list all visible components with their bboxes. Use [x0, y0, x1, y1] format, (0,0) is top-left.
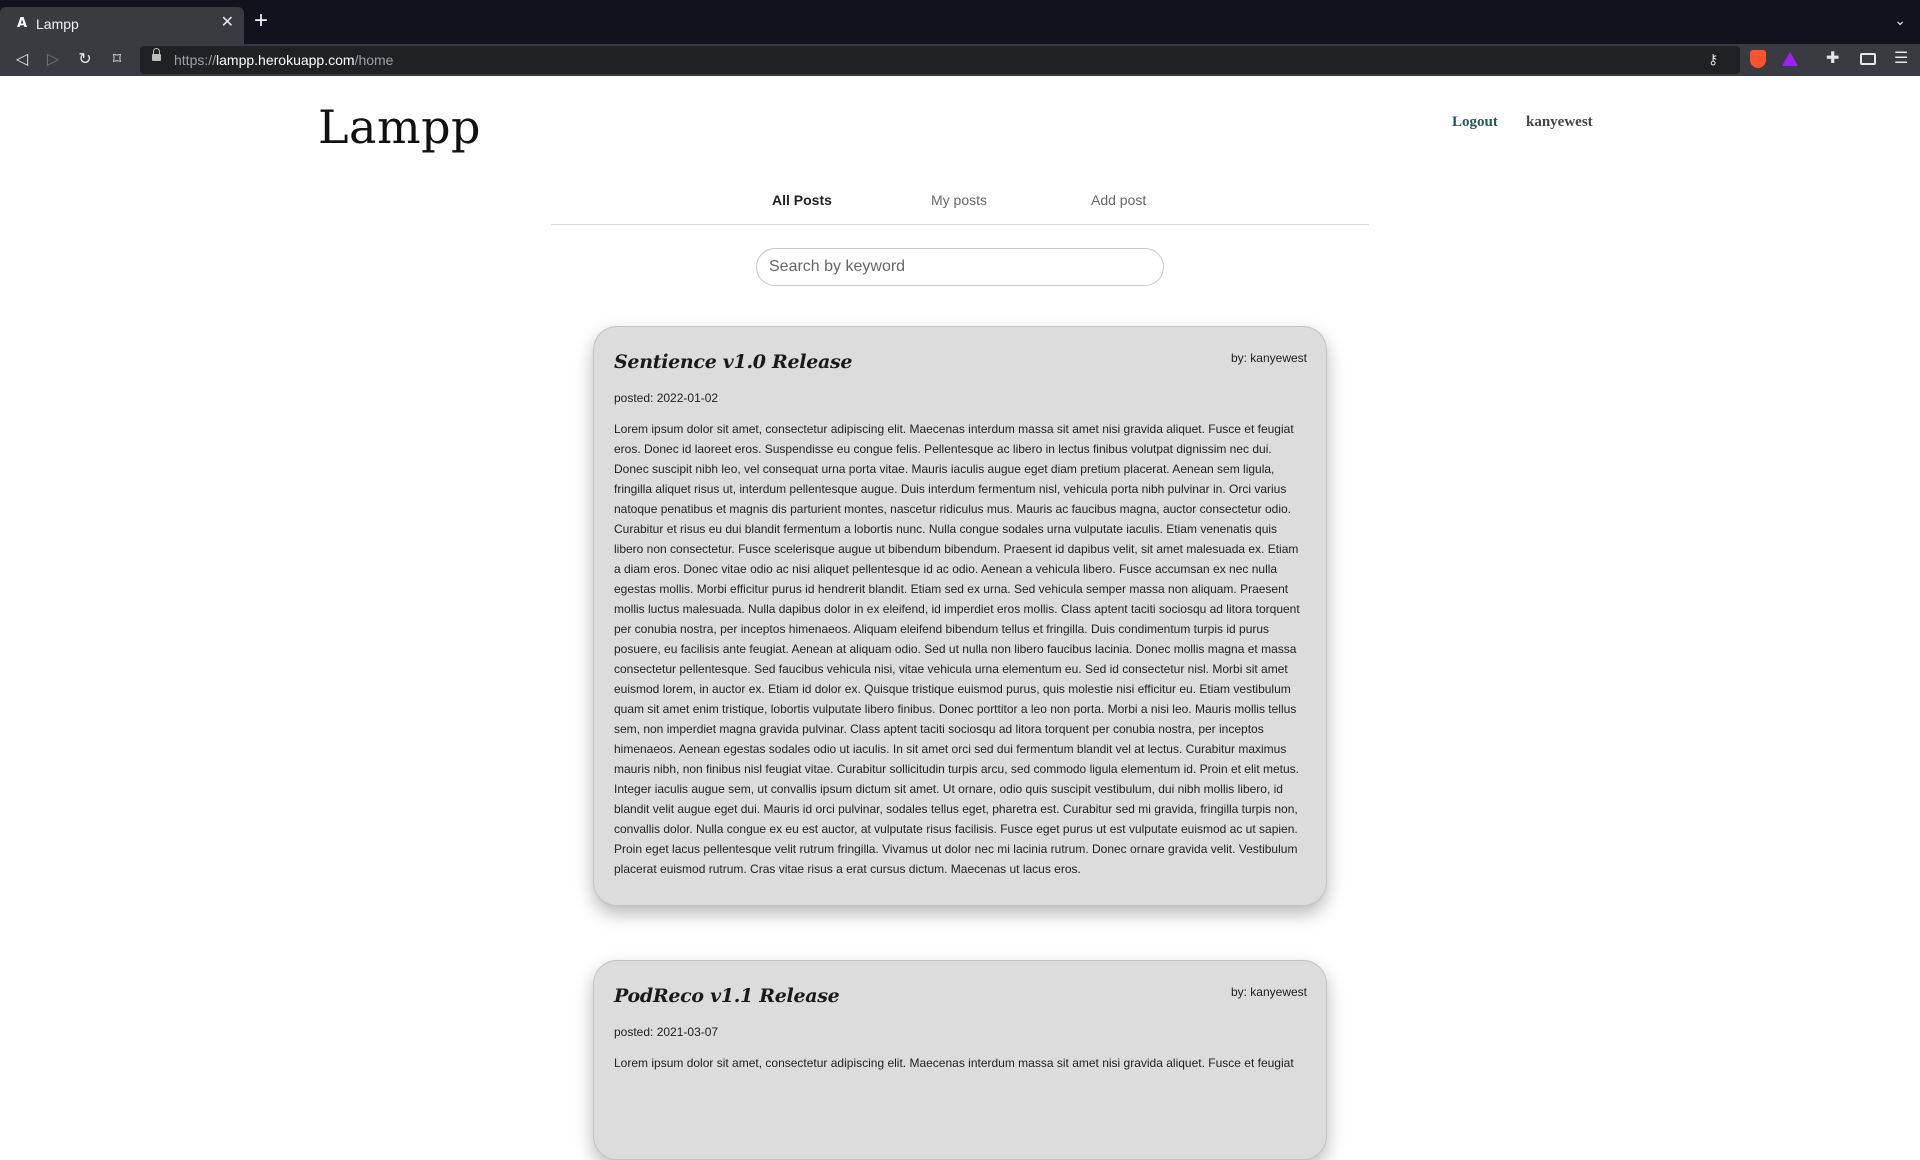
reload-icon[interactable]: ↻ [75, 50, 95, 70]
brave-shields-icon[interactable] [1750, 50, 1766, 68]
tab-list-chevron-icon[interactable]: ⌄ [1894, 12, 1906, 29]
extensions-icon[interactable]: ✚ [1826, 48, 1839, 68]
url-text[interactable]: https://lampp.herokuapp.com/home [174, 52, 393, 68]
site-logo[interactable]: Lampp [318, 100, 481, 154]
tab-my-posts[interactable]: My posts [931, 192, 987, 208]
wallet-icon[interactable] [1860, 53, 1876, 65]
menu-icon[interactable]: ☰ [1894, 48, 1908, 68]
brave-rewards-icon[interactable] [1782, 52, 1798, 66]
lock-icon[interactable] [152, 48, 161, 61]
username-link[interactable]: kanyewest [1526, 114, 1593, 131]
browser-tab[interactable]: A Lampp ✕ [0, 7, 244, 44]
post-date: posted: 2021-03-07 [614, 1025, 719, 1039]
tab-all-posts[interactable]: All Posts [772, 192, 832, 208]
tab-add-post[interactable]: Add post [1091, 192, 1146, 208]
back-icon[interactable]: ◁ [12, 50, 32, 70]
post-card: Sentience v1.0 Release by: kanyewest pos… [593, 326, 1327, 906]
favicon-icon: A [16, 16, 28, 31]
browser-toolbar: ◁ ▷ ↻ ⌑ https://lampp.herokuapp.com/home… [0, 44, 1920, 76]
address-bar[interactable]: https://lampp.herokuapp.com/home ⚷ [140, 46, 1740, 74]
forward-icon[interactable]: ▷ [43, 50, 63, 70]
post-date: posted: 2022-01-02 [614, 391, 719, 405]
logout-link[interactable]: Logout [1452, 114, 1498, 131]
new-tab-button[interactable]: + [254, 9, 268, 33]
post-body: Lorem ipsum dolor sit amet, consectetur … [614, 422, 1300, 876]
tab-title: Lampp [36, 16, 79, 32]
browser-tab-bar: A Lampp ✕ + ⌄ [0, 0, 1920, 44]
post-body: Lorem ipsum dolor sit amet, consectetur … [614, 1056, 1294, 1070]
post-tabs: All Posts My posts Add post [551, 180, 1369, 225]
close-tab-icon[interactable]: ✕ [221, 15, 234, 31]
post-title[interactable]: PodReco v1.1 Release [614, 985, 1306, 1007]
post-author: by: kanyewest [1230, 985, 1307, 999]
post-title[interactable]: Sentience v1.0 Release [614, 351, 1306, 373]
post-card: PodReco v1.1 Release by: kanyewest poste… [593, 960, 1327, 1160]
key-icon[interactable]: ⚷ [1708, 51, 1718, 68]
search-input[interactable] [756, 248, 1164, 286]
bookmark-icon[interactable]: ⌑ [107, 50, 127, 70]
post-author: by: kanyewest [1230, 351, 1307, 365]
page: Lampp Logout kanyewest All Posts My post… [0, 76, 1920, 1160]
